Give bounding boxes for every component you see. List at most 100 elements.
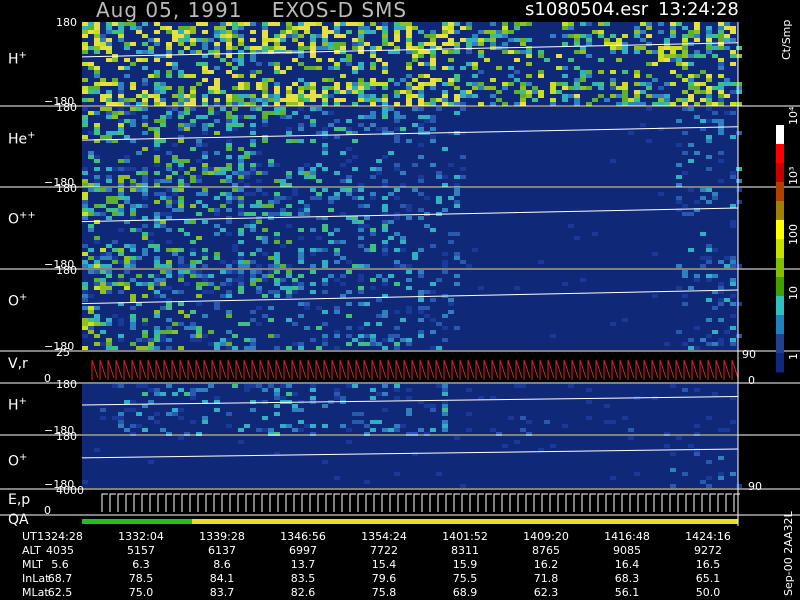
colorbar-tick: 10⁴: [787, 106, 800, 125]
ephemeris-cell: 68.9: [452, 586, 478, 599]
panel-label-sup: +: [19, 292, 28, 303]
panel-label-sup: ++: [19, 210, 36, 221]
panel-label-text: V,r: [8, 356, 28, 372]
colorbar-segment: [776, 220, 784, 240]
ephemeris-cell: 62.5: [47, 586, 73, 599]
ephemeris-cell: 75.5: [452, 572, 478, 585]
ephemeris-cell: 9272: [694, 544, 722, 557]
ephemeris-cell: 83.5: [290, 572, 316, 585]
colorbar-segment: [776, 144, 784, 164]
ephemeris-cell: 15.4: [371, 558, 397, 571]
panel-label-text: O: [8, 453, 20, 470]
qa-bar-flag: [192, 519, 738, 524]
colorbar-segment: [776, 258, 784, 278]
ephemeris-cell: 1339:28: [199, 530, 245, 543]
colorbar-segment: [776, 296, 784, 316]
ephemeris-cell: 4035: [46, 544, 74, 557]
ephemeris-cell: 75.0: [128, 586, 154, 599]
qa-bar-good: [82, 519, 192, 524]
panel-5-top-tick: 180: [56, 378, 77, 391]
colorbar-unit: Ct/Smp: [780, 19, 793, 60]
panel-6-top-tick: 180: [56, 430, 77, 443]
panel-label-text: QA: [8, 512, 29, 528]
ephemeris-row-ut: UT 1324:28 1332:04 1339:28 1346:56 1354:24 140…: [0, 530, 740, 544]
panel-label-3: O+: [8, 292, 27, 310]
colorbar-segment: [776, 163, 784, 183]
ephemeris-cell: 1354:24: [361, 530, 407, 543]
panel-3-top-tick: 180: [56, 264, 77, 277]
ephemeris-cell: 9085: [613, 544, 641, 557]
colorbar-segment: [776, 353, 784, 373]
colorbar-tick: 10³: [787, 166, 800, 185]
panel-1-top-tick: 180: [56, 101, 77, 114]
panel-label-sup: +: [18, 396, 27, 407]
ephemeris-cell: 6.3: [132, 558, 150, 571]
colorbar-segment: [776, 239, 784, 259]
panel-label-7: E,p: [8, 492, 30, 508]
panel-label-text: He: [8, 131, 28, 148]
panel-label-sup: +: [27, 130, 36, 141]
panel-4-bottom-tick: 0: [44, 372, 51, 385]
ephemeris-cell: 75.8: [371, 586, 397, 599]
colorbar-tick: 10: [787, 286, 800, 300]
ephemeris-cell: 8765: [532, 544, 560, 557]
ephemeris-cell: 1401:52: [442, 530, 488, 543]
ephemeris-cell: 15.9: [452, 558, 478, 571]
panel-4-right-top-tick: 90: [742, 348, 756, 361]
ephemeris-cell: 7722: [370, 544, 398, 557]
panel-label-6: O+: [8, 452, 27, 470]
panel-label-5: H+: [8, 396, 27, 414]
panel-label-8: QA: [8, 512, 29, 528]
panel-label-sup: +: [18, 50, 27, 61]
ephemeris-cell: 82.6: [290, 586, 316, 599]
ephemeris-cell: 1324:28: [37, 530, 83, 543]
ephemeris-cell: 78.5: [128, 572, 154, 585]
panel-4-top-tick: 25: [56, 346, 70, 359]
ephemeris-row-mlt: MLT 5.6 6.3 8.6 13.7 15.4 15.9 16.2 16.4 16.5: [0, 558, 740, 572]
ephemeris-cell: 16.2: [533, 558, 559, 571]
ephemeris-row-mlat: MLat 62.5 75.0 83.7 82.6 75.8 68.9 62.3 56.1 50.0: [0, 586, 740, 600]
colorbar-segment: [776, 201, 784, 221]
ephemeris-cell: 1332:04: [118, 530, 164, 543]
panel-2-top-tick: 180: [56, 182, 77, 195]
ephemeris-row-alt: ALT 4035 5157 6137 6997 7722 8311 8765 9085 9272: [0, 544, 740, 558]
ephemeris-cell: 56.1: [614, 586, 640, 599]
ephemeris-cell: 5.6: [51, 558, 69, 571]
panel-7-top-tick: 4000: [56, 484, 84, 497]
panel-label-text: O: [8, 293, 20, 310]
colorbar-segment: [776, 182, 784, 202]
ephemeris-cell: 1346:56: [280, 530, 326, 543]
ephemeris-cell: 16.5: [695, 558, 721, 571]
ephemeris-cell: 16.4: [614, 558, 640, 571]
ephemeris-cell: 6137: [208, 544, 236, 557]
ephemeris-cell: 68.7: [47, 572, 73, 585]
colorbar-segment: [776, 334, 784, 354]
panel-6-right-bottom-tick: 90: [748, 480, 762, 493]
ephemeris-table: UT 1324:28 1332:04 1339:28 1346:56 1354:24 140…: [0, 528, 800, 600]
panel-label-text: E,p: [8, 492, 31, 508]
panel-7-bottom-tick: 0: [44, 504, 51, 517]
panel-0-top-tick: 180: [56, 16, 77, 29]
ephemeris-cell: 68.3: [614, 572, 640, 585]
ephemeris-cell: 1416:48: [604, 530, 650, 543]
ephemeris-cell: 50.0: [695, 586, 721, 599]
panel-label-1: He+: [8, 130, 36, 148]
ephemeris-cell: 8.6: [213, 558, 231, 571]
panel-label-text: H: [8, 51, 19, 68]
ephemeris-cell: 83.7: [209, 586, 235, 599]
colorbar-segment: [776, 277, 784, 297]
panel-label-text: H: [8, 397, 19, 414]
ephemeris-cell: 71.8: [533, 572, 559, 585]
colorbar-segment: [776, 315, 784, 335]
panel-label-4: V,r: [8, 356, 28, 372]
panel-label-2: O++: [8, 210, 36, 228]
ephemeris-cell: 6997: [289, 544, 317, 557]
panel-label-0: H+: [8, 50, 27, 68]
panel-label-text: O: [8, 211, 20, 228]
ephemeris-cell: 65.1: [695, 572, 721, 585]
colorbar-segment: [776, 125, 784, 145]
spectrogram-plot: [0, 22, 800, 526]
ephemeris-row-inlat: InLat 68.7 78.5 84.1 83.5 79.6 75.5 71.8 68.3 65.…: [0, 572, 740, 586]
ephemeris-cell: 62.3: [533, 586, 559, 599]
ephemeris-cell: 79.6: [371, 572, 397, 585]
